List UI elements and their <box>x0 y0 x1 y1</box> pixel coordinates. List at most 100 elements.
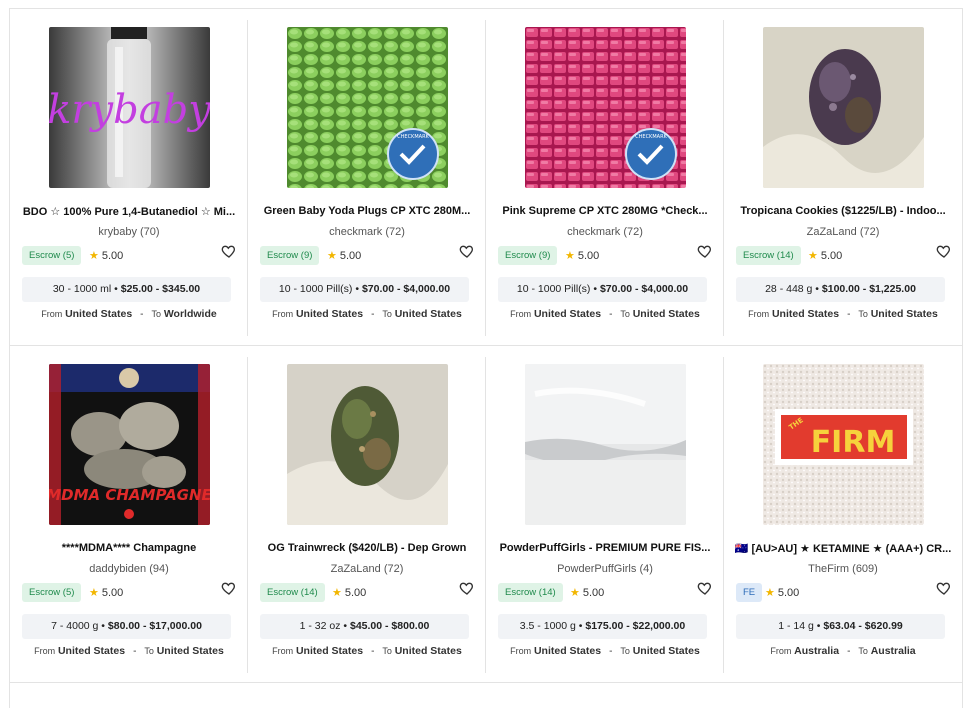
from-label: From <box>41 309 63 319</box>
listing-title[interactable]: OG Trainwreck ($420/LB) - Dep Grown <box>258 542 476 554</box>
rating-value: 5.00 <box>344 587 367 599</box>
star-icon: ★ <box>89 250 99 262</box>
vendor-count: (94) <box>149 563 169 575</box>
svg-text:FIRM: FIRM <box>811 425 896 460</box>
quantity-range: 10 - 1000 Pill(s) <box>516 283 591 295</box>
listing-card[interactable]: OG Trainwreck ($420/LB) - Dep Grown ZaZa… <box>248 357 486 673</box>
vendor-link[interactable]: ZaZaLand (72) <box>258 563 476 575</box>
ship-from: United States <box>295 308 364 320</box>
price-range: 30 - 1000 ml • $25.00 - $345.00 <box>22 277 231 302</box>
rating-value: 5.00 <box>777 587 800 599</box>
heart-icon[interactable] <box>459 580 475 596</box>
vendor-name[interactable]: TheFirm <box>808 563 849 575</box>
escrow-badge: Escrow (9) <box>498 246 558 265</box>
star-icon: ★ <box>765 587 775 599</box>
heart-icon[interactable] <box>936 580 952 596</box>
vendor-name[interactable]: PowderPuffGirls <box>557 563 636 575</box>
escrow-badge: Escrow (5) <box>22 583 82 602</box>
star-icon: ★ <box>332 587 342 599</box>
from-label: From <box>510 309 532 319</box>
to-label: To <box>382 309 392 319</box>
shipping-info: From United States - To United States <box>748 308 938 320</box>
quantity-range: 28 - 448 g <box>765 283 813 295</box>
price-value: $25.00 - $345.00 <box>120 283 201 295</box>
price-value: $175.00 - $22,000.00 <box>585 620 686 632</box>
to-label: To <box>151 309 162 319</box>
heart-icon[interactable] <box>459 243 475 259</box>
vendor-link[interactable]: checkmark (72) <box>496 226 714 238</box>
svg-text:CHECKMARK: CHECKMARK <box>635 134 667 140</box>
rating-value: 5.00 <box>101 587 124 599</box>
heart-icon[interactable] <box>697 243 713 259</box>
ship-from: United States <box>533 308 602 320</box>
vendor-link[interactable]: ZaZaLand (72) <box>734 226 952 238</box>
vendor-link[interactable]: krybaby (70) <box>20 226 238 238</box>
vendor-name[interactable]: krybaby <box>98 226 137 238</box>
to-label: To <box>620 646 630 656</box>
listing-card[interactable]: CHECKMARK Green Baby Yoda Plugs CP XTC 2… <box>248 20 486 336</box>
svg-text:MDMA CHAMPAGNE: MDMA CHAMPAGNE <box>49 486 210 504</box>
to-label: To <box>858 309 868 319</box>
star-icon: ★ <box>565 250 575 262</box>
listing-card[interactable]: krybaby BDO ☆ 100% Pure 1,4-Butanediol ☆… <box>10 20 248 336</box>
listing-image[interactable]: MDMA CHAMPAGNE <box>49 364 210 525</box>
rating-value: 5.00 <box>820 250 843 262</box>
rating: ★ 5.00 <box>89 586 123 599</box>
listing-image[interactable]: CHECKMARK <box>287 27 448 188</box>
listing-title[interactable]: BDO ☆ 100% Pure 1,4-Butanediol ☆ Mi... <box>20 205 238 218</box>
vendor-name[interactable]: ZaZaLand <box>331 563 381 575</box>
listing-image[interactable] <box>763 27 924 188</box>
listing-title[interactable]: PowderPuffGirls - PREMIUM PURE FIS... <box>496 542 714 554</box>
listing-row: MDMA CHAMPAGNE ****MDMA**** Champagne da… <box>10 346 962 683</box>
vendor-name[interactable]: checkmark <box>567 226 620 238</box>
listing-title[interactable]: 🇦🇺 [AU>AU] ★ KETAMINE ★ (AAA+) CR... <box>734 542 952 555</box>
listing-card[interactable]: Tropicana Cookies ($1225/LB) - Indoo... … <box>724 20 962 336</box>
listing-image[interactable] <box>525 364 686 525</box>
rating: ★ 5.00 <box>808 249 842 262</box>
listing-image[interactable]: THE FIRM <box>763 364 924 525</box>
listing-card[interactable]: MDMA CHAMPAGNE ****MDMA**** Champagne da… <box>10 357 248 673</box>
listing-title[interactable]: ****MDMA**** Champagne <box>20 542 238 554</box>
vendor-name[interactable]: ZaZaLand <box>807 226 857 238</box>
shipping-info: From United States - To United States <box>34 645 224 657</box>
vendor-count: (72) <box>385 226 405 238</box>
listing-title[interactable]: Green Baby Yoda Plugs CP XTC 280M... <box>258 205 476 217</box>
price-range: 28 - 448 g • $100.00 - $1,225.00 <box>736 277 945 302</box>
ship-from: United States <box>533 645 602 657</box>
price-range: 10 - 1000 Pill(s) • $70.00 - $4,000.00 <box>498 277 707 302</box>
listing-title[interactable]: Tropicana Cookies ($1225/LB) - Indoo... <box>734 205 952 217</box>
heart-icon[interactable] <box>221 243 237 259</box>
heart-icon[interactable] <box>221 580 237 596</box>
vendor-link[interactable]: PowderPuffGirls (4) <box>496 563 714 575</box>
listing-card[interactable]: CHECKMARK Pink Supreme CP XTC 280MG *Che… <box>486 20 724 336</box>
rating-value: 5.00 <box>582 587 605 599</box>
price-range: 1 - 32 oz • $45.00 - $800.00 <box>260 614 469 639</box>
heart-icon[interactable] <box>936 243 952 259</box>
listing-image[interactable]: krybaby <box>49 27 210 188</box>
listing-title[interactable]: Pink Supreme CP XTC 280MG *Check... <box>496 205 714 217</box>
quantity-range: 1 - 32 oz <box>299 620 341 632</box>
shipping-info: From United States - To United States <box>510 308 700 320</box>
ship-from: United States <box>295 645 364 657</box>
listing-image[interactable] <box>287 364 448 525</box>
listing-image[interactable]: CHECKMARK <box>525 27 686 188</box>
vendor-count: (609) <box>852 563 878 575</box>
escrow-badge: Escrow (14) <box>260 583 325 602</box>
vendor-link[interactable]: daddybiden (94) <box>20 563 238 575</box>
listing-card[interactable]: THE FIRM 🇦🇺 [AU>AU] ★ KETAMINE ★ (AAA+) … <box>724 357 962 673</box>
rating-value: 5.00 <box>577 250 600 262</box>
price-range: 3.5 - 1000 g • $175.00 - $22,000.00 <box>498 614 707 639</box>
vendor-link[interactable]: checkmark (72) <box>258 226 476 238</box>
vendor-name[interactable]: daddybiden <box>89 563 146 575</box>
heart-icon[interactable] <box>697 580 713 596</box>
price-value: $70.00 - $4,000.00 <box>599 283 689 295</box>
to-label: To <box>382 646 392 656</box>
vendor-name[interactable]: checkmark <box>329 226 382 238</box>
to-label: To <box>620 309 630 319</box>
quantity-range: 3.5 - 1000 g <box>519 620 576 632</box>
listing-card[interactable]: PowderPuffGirls - PREMIUM PURE FIS... Po… <box>486 357 724 673</box>
from-label: From <box>34 646 56 656</box>
quantity-range: 30 - 1000 ml <box>52 283 112 295</box>
vendor-link[interactable]: TheFirm (609) <box>734 563 952 575</box>
ship-from: Australia <box>794 645 840 657</box>
